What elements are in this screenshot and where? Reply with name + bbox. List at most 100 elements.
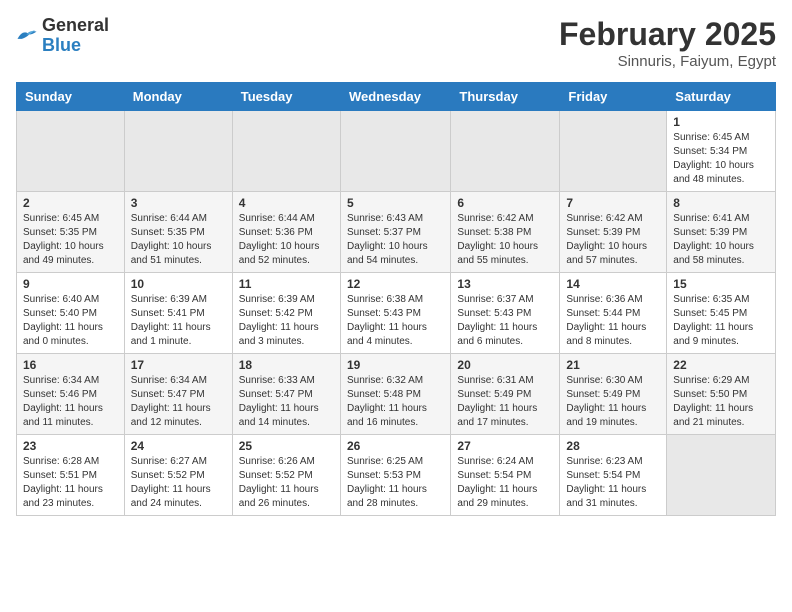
calendar-week-2: 2 Sunrise: 6:45 AMSunset: 5:35 PMDaylight… xyxy=(17,192,776,273)
calendar-cell: 12 Sunrise: 6:38 AMSunset: 5:43 PMDayligh… xyxy=(340,273,450,354)
logo-icon xyxy=(16,28,38,44)
day-number: 18 xyxy=(239,358,334,372)
day-number: 4 xyxy=(239,196,334,210)
calendar-cell: 14 Sunrise: 6:36 AMSunset: 5:44 PMDayligh… xyxy=(560,273,667,354)
day-info: Sunrise: 6:23 AMSunset: 5:54 PMDaylight:… xyxy=(566,455,660,511)
logo-blue: Blue xyxy=(42,35,81,55)
calendar-cell: 7 Sunrise: 6:42 AMSunset: 5:39 PMDaylight… xyxy=(560,192,667,273)
day-info: Sunrise: 6:26 AMSunset: 5:52 PMDaylight:… xyxy=(239,455,334,511)
day-number: 3 xyxy=(131,196,226,210)
day-info: Sunrise: 6:37 AMSunset: 5:43 PMDaylight:… xyxy=(457,293,553,349)
calendar-cell xyxy=(17,111,125,192)
page-header: General Blue February 2025 Sinnuris, Fai… xyxy=(16,16,776,70)
day-info: Sunrise: 6:34 AMSunset: 5:46 PMDaylight:… xyxy=(23,374,118,430)
calendar-cell: 27 Sunrise: 6:24 AMSunset: 5:54 PMDayligh… xyxy=(451,435,560,516)
day-number: 23 xyxy=(23,439,118,453)
day-info: Sunrise: 6:31 AMSunset: 5:49 PMDaylight:… xyxy=(457,374,553,430)
calendar-cell xyxy=(451,111,560,192)
day-info: Sunrise: 6:42 AMSunset: 5:39 PMDaylight:… xyxy=(566,212,660,268)
day-number: 16 xyxy=(23,358,118,372)
day-info: Sunrise: 6:45 AMSunset: 5:35 PMDaylight:… xyxy=(23,212,118,268)
day-info: Sunrise: 6:38 AMSunset: 5:43 PMDaylight:… xyxy=(347,293,444,349)
calendar-table: SundayMondayTuesdayWednesdayThursdayFrid… xyxy=(16,82,776,516)
day-number: 26 xyxy=(347,439,444,453)
day-number: 24 xyxy=(131,439,226,453)
weekday-header-tuesday: Tuesday xyxy=(232,83,340,111)
day-number: 2 xyxy=(23,196,118,210)
day-info: Sunrise: 6:40 AMSunset: 5:40 PMDaylight:… xyxy=(23,293,118,349)
calendar-cell: 28 Sunrise: 6:23 AMSunset: 5:54 PMDayligh… xyxy=(560,435,667,516)
calendar-cell: 4 Sunrise: 6:44 AMSunset: 5:36 PMDaylight… xyxy=(232,192,340,273)
weekday-header-wednesday: Wednesday xyxy=(340,83,450,111)
calendar-cell xyxy=(560,111,667,192)
weekday-header-sunday: Sunday xyxy=(17,83,125,111)
day-info: Sunrise: 6:41 AMSunset: 5:39 PMDaylight:… xyxy=(673,212,769,268)
day-number: 6 xyxy=(457,196,553,210)
logo-general: General xyxy=(42,15,109,35)
day-info: Sunrise: 6:32 AMSunset: 5:48 PMDaylight:… xyxy=(347,374,444,430)
calendar-cell: 9 Sunrise: 6:40 AMSunset: 5:40 PMDaylight… xyxy=(17,273,125,354)
calendar-cell xyxy=(232,111,340,192)
day-number: 17 xyxy=(131,358,226,372)
calendar-cell: 24 Sunrise: 6:27 AMSunset: 5:52 PMDayligh… xyxy=(124,435,232,516)
day-number: 15 xyxy=(673,277,769,291)
day-info: Sunrise: 6:43 AMSunset: 5:37 PMDaylight:… xyxy=(347,212,444,268)
day-number: 1 xyxy=(673,115,769,129)
day-info: Sunrise: 6:42 AMSunset: 5:38 PMDaylight:… xyxy=(457,212,553,268)
weekday-header-friday: Friday xyxy=(560,83,667,111)
calendar-cell: 13 Sunrise: 6:37 AMSunset: 5:43 PMDayligh… xyxy=(451,273,560,354)
day-number: 9 xyxy=(23,277,118,291)
day-info: Sunrise: 6:39 AMSunset: 5:41 PMDaylight:… xyxy=(131,293,226,349)
title-block: February 2025 Sinnuris, Faiyum, Egypt xyxy=(559,16,776,70)
calendar-cell: 23Sunrise: 6:28 AMSunset: 5:51 PMDayligh… xyxy=(17,435,125,516)
day-info: Sunrise: 6:34 AMSunset: 5:47 PMDaylight:… xyxy=(131,374,226,430)
day-number: 7 xyxy=(566,196,660,210)
calendar-cell: 18 Sunrise: 6:33 AMSunset: 5:47 PMDayligh… xyxy=(232,354,340,435)
day-info: Sunrise: 6:33 AMSunset: 5:47 PMDaylight:… xyxy=(239,374,334,430)
day-number: 10 xyxy=(131,277,226,291)
calendar-cell: 25 Sunrise: 6:26 AMSunset: 5:52 PMDayligh… xyxy=(232,435,340,516)
calendar-header: SundayMondayTuesdayWednesdayThursdayFrid… xyxy=(17,83,776,111)
calendar-cell: 19 Sunrise: 6:32 AMSunset: 5:48 PMDayligh… xyxy=(340,354,450,435)
calendar-cell xyxy=(667,435,776,516)
location-subtitle: Sinnuris, Faiyum, Egypt xyxy=(559,53,776,70)
day-number: 8 xyxy=(673,196,769,210)
day-info: Sunrise: 6:36 AMSunset: 5:44 PMDaylight:… xyxy=(566,293,660,349)
calendar-cell: 3Sunrise: 6:44 AMSunset: 5:35 PMDaylight… xyxy=(124,192,232,273)
weekday-header-row: SundayMondayTuesdayWednesdayThursdayFrid… xyxy=(17,83,776,111)
day-number: 14 xyxy=(566,277,660,291)
day-info: Sunrise: 6:29 AMSunset: 5:50 PMDaylight:… xyxy=(673,374,769,430)
day-number: 13 xyxy=(457,277,553,291)
day-number: 5 xyxy=(347,196,444,210)
calendar-week-4: 16 Sunrise: 6:34 AMSunset: 5:46 PMDayligh… xyxy=(17,354,776,435)
calendar-cell: 26 Sunrise: 6:25 AMSunset: 5:53 PMDayligh… xyxy=(340,435,450,516)
calendar-cell: 16 Sunrise: 6:34 AMSunset: 5:46 PMDayligh… xyxy=(17,354,125,435)
weekday-header-thursday: Thursday xyxy=(451,83,560,111)
calendar-week-5: 23Sunrise: 6:28 AMSunset: 5:51 PMDayligh… xyxy=(17,435,776,516)
day-info: Sunrise: 6:27 AMSunset: 5:52 PMDaylight:… xyxy=(131,455,226,511)
day-number: 12 xyxy=(347,277,444,291)
calendar-cell: 20 Sunrise: 6:31 AMSunset: 5:49 PMDayligh… xyxy=(451,354,560,435)
calendar-cell: 6 Sunrise: 6:42 AMSunset: 5:38 PMDaylight… xyxy=(451,192,560,273)
calendar-week-1: 1 Sunrise: 6:45 AMSunset: 5:34 PMDaylight… xyxy=(17,111,776,192)
calendar-week-3: 9 Sunrise: 6:40 AMSunset: 5:40 PMDaylight… xyxy=(17,273,776,354)
day-info: Sunrise: 6:44 AMSunset: 5:36 PMDaylight:… xyxy=(239,212,334,268)
day-info: Sunrise: 6:45 AMSunset: 5:34 PMDaylight:… xyxy=(673,131,769,187)
calendar-cell: 22 Sunrise: 6:29 AMSunset: 5:50 PMDayligh… xyxy=(667,354,776,435)
day-number: 19 xyxy=(347,358,444,372)
day-number: 20 xyxy=(457,358,553,372)
day-number: 21 xyxy=(566,358,660,372)
calendar-body: 1 Sunrise: 6:45 AMSunset: 5:34 PMDaylight… xyxy=(17,111,776,516)
calendar-cell: 21Sunrise: 6:30 AMSunset: 5:49 PMDayligh… xyxy=(560,354,667,435)
calendar-cell: 1 Sunrise: 6:45 AMSunset: 5:34 PMDaylight… xyxy=(667,111,776,192)
day-number: 22 xyxy=(673,358,769,372)
day-info: Sunrise: 6:24 AMSunset: 5:54 PMDaylight:… xyxy=(457,455,553,511)
calendar-cell: 2 Sunrise: 6:45 AMSunset: 5:35 PMDaylight… xyxy=(17,192,125,273)
day-info: Sunrise: 6:25 AMSunset: 5:53 PMDaylight:… xyxy=(347,455,444,511)
day-number: 27 xyxy=(457,439,553,453)
calendar-cell: 17 Sunrise: 6:34 AMSunset: 5:47 PMDayligh… xyxy=(124,354,232,435)
day-number: 28 xyxy=(566,439,660,453)
day-number: 25 xyxy=(239,439,334,453)
calendar-cell: 5 Sunrise: 6:43 AMSunset: 5:37 PMDaylight… xyxy=(340,192,450,273)
calendar-cell: 10 Sunrise: 6:39 AMSunset: 5:41 PMDayligh… xyxy=(124,273,232,354)
